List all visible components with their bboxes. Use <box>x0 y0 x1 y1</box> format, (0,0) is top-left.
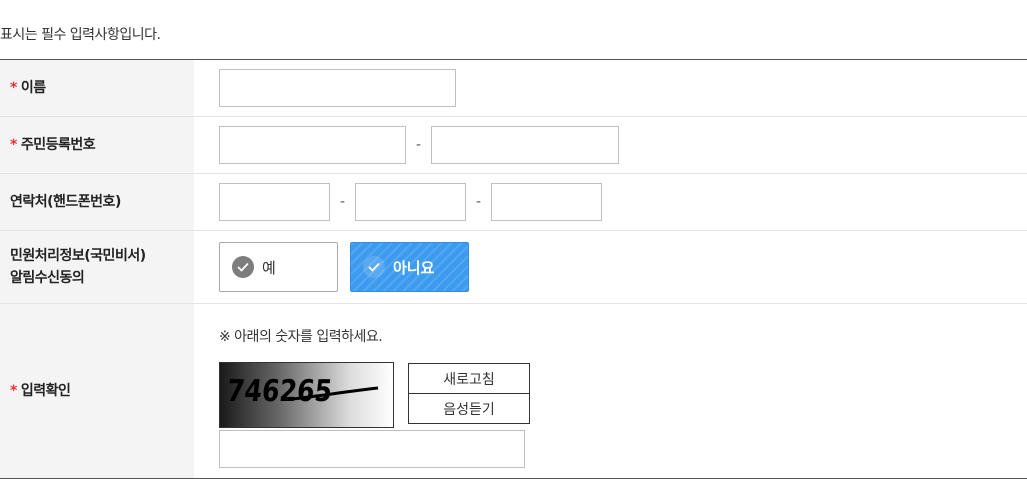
consent-label-line1: 민원처리정보(국민비서) <box>10 248 146 264</box>
required-mark: * <box>10 80 17 96</box>
phone-separator-2: - <box>475 194 482 210</box>
required-notice: 표시는 필수 입력사항입니다. <box>0 27 161 43</box>
required-mark: * <box>10 137 17 153</box>
consent-no-button[interactable]: 아니요 <box>350 242 469 292</box>
consent-value-cell: 예 아니요 <box>194 231 1027 303</box>
consent-yes-button[interactable]: 예 <box>219 242 338 292</box>
name-label-cell: * 이름 <box>0 60 194 116</box>
phone-part2-input[interactable] <box>355 183 466 221</box>
consent-yes-label: 예 <box>262 258 276 277</box>
phone-label: 연락처(핸드폰번호) <box>10 194 121 210</box>
captcha-value-cell: ※ 아래의 숫자를 입력하세요. 746265 새로고침 음성듣기 <box>194 304 1027 478</box>
phone-label-cell: 연락처(핸드폰번호) <box>0 174 194 230</box>
captcha-input[interactable] <box>219 430 525 468</box>
row-phone: 연락처(핸드폰번호) - - <box>0 174 1027 231</box>
check-circle-icon <box>232 256 254 278</box>
name-input[interactable] <box>219 69 456 107</box>
rrn-front-input[interactable] <box>219 126 406 164</box>
captcha-graphic: 746265 <box>225 374 379 409</box>
consent-label-line2: 알림수신동의 <box>10 270 85 286</box>
consent-label: 민원처리정보(국민비서) 알림수신동의 <box>10 245 146 289</box>
required-mark: * <box>10 383 17 399</box>
rrn-label-cell: * 주민등록번호 <box>0 117 194 173</box>
application-form: * 이름 * 주민등록번호 - 연락처(핸드폰번호) - - 민원처리정보(국민… <box>0 59 1027 479</box>
rrn-separator: - <box>415 137 422 153</box>
row-name: * 이름 <box>0 60 1027 117</box>
captcha-audio-button[interactable]: 음성듣기 <box>408 393 530 424</box>
phone-value-cell: - - <box>194 174 1027 230</box>
rrn-value-cell: - <box>194 117 1027 173</box>
rrn-label: 주민등록번호 <box>20 137 96 153</box>
name-value-cell <box>194 60 1027 116</box>
consent-label-cell: 민원처리정보(국민비서) 알림수신동의 <box>0 231 194 303</box>
captcha-instruction: ※ 아래의 숫자를 입력하세요. <box>219 329 383 345</box>
captcha-text: 746265 <box>225 374 334 409</box>
rrn-back-input[interactable] <box>431 126 619 164</box>
captcha-label-cell: * 입력확인 <box>0 304 194 478</box>
phone-part1-input[interactable] <box>219 183 330 221</box>
row-rrn: * 주민등록번호 - <box>0 117 1027 174</box>
consent-no-label: 아니요 <box>393 258 435 277</box>
captcha-image: 746265 <box>219 362 394 428</box>
check-circle-icon <box>363 256 385 278</box>
name-label: 이름 <box>20 80 46 96</box>
row-consent: 민원처리정보(국민비서) 알림수신동의 예 아니요 <box>0 231 1027 304</box>
captcha-refresh-button[interactable]: 새로고침 <box>408 363 530 394</box>
captcha-label: 입력확인 <box>20 383 71 399</box>
row-captcha: * 입력확인 ※ 아래의 숫자를 입력하세요. 746265 새로고침 음성듣기 <box>0 304 1027 478</box>
phone-separator-1: - <box>339 194 346 210</box>
phone-part3-input[interactable] <box>491 183 602 221</box>
